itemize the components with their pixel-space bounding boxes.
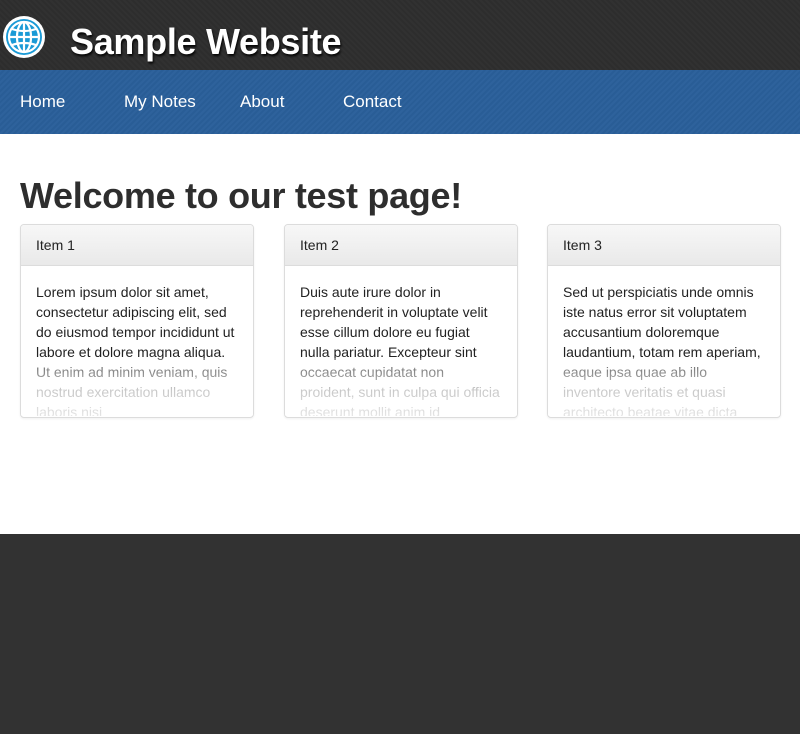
item-card: Item 2 Duis aute irure dolor in reprehen… bbox=[284, 224, 518, 418]
card-text: Sed ut perspiciatis unde omnis iste natu… bbox=[548, 266, 780, 416]
site-title[interactable]: Sample Website bbox=[70, 20, 342, 64]
nav-item-home[interactable]: Home bbox=[20, 92, 65, 112]
main-content: Welcome to our test page! Item 1 Lorem i… bbox=[0, 134, 800, 534]
card-text: Duis aute irure dolor in reprehenderit i… bbox=[285, 266, 517, 416]
nav-item-my-notes[interactable]: My Notes bbox=[124, 92, 196, 112]
card-title: Item 1 bbox=[21, 225, 253, 266]
globe-icon[interactable] bbox=[2, 15, 46, 59]
nav-item-about[interactable]: About bbox=[240, 92, 284, 112]
page-title: Welcome to our test page! bbox=[20, 175, 462, 216]
main-navigation: Home My Notes About Contact bbox=[0, 70, 800, 134]
nav-item-contact[interactable]: Contact bbox=[343, 92, 402, 112]
card-text: Lorem ipsum dolor sit amet, consectetur … bbox=[21, 266, 253, 416]
card-title: Item 3 bbox=[548, 225, 780, 266]
item-card: Item 1 Lorem ipsum dolor sit amet, conse… bbox=[20, 224, 254, 418]
site-header: Sample Website bbox=[0, 0, 800, 70]
item-card: Item 3 Sed ut perspiciatis unde omnis is… bbox=[547, 224, 781, 418]
page-footer bbox=[0, 534, 800, 734]
card-title: Item 2 bbox=[285, 225, 517, 266]
